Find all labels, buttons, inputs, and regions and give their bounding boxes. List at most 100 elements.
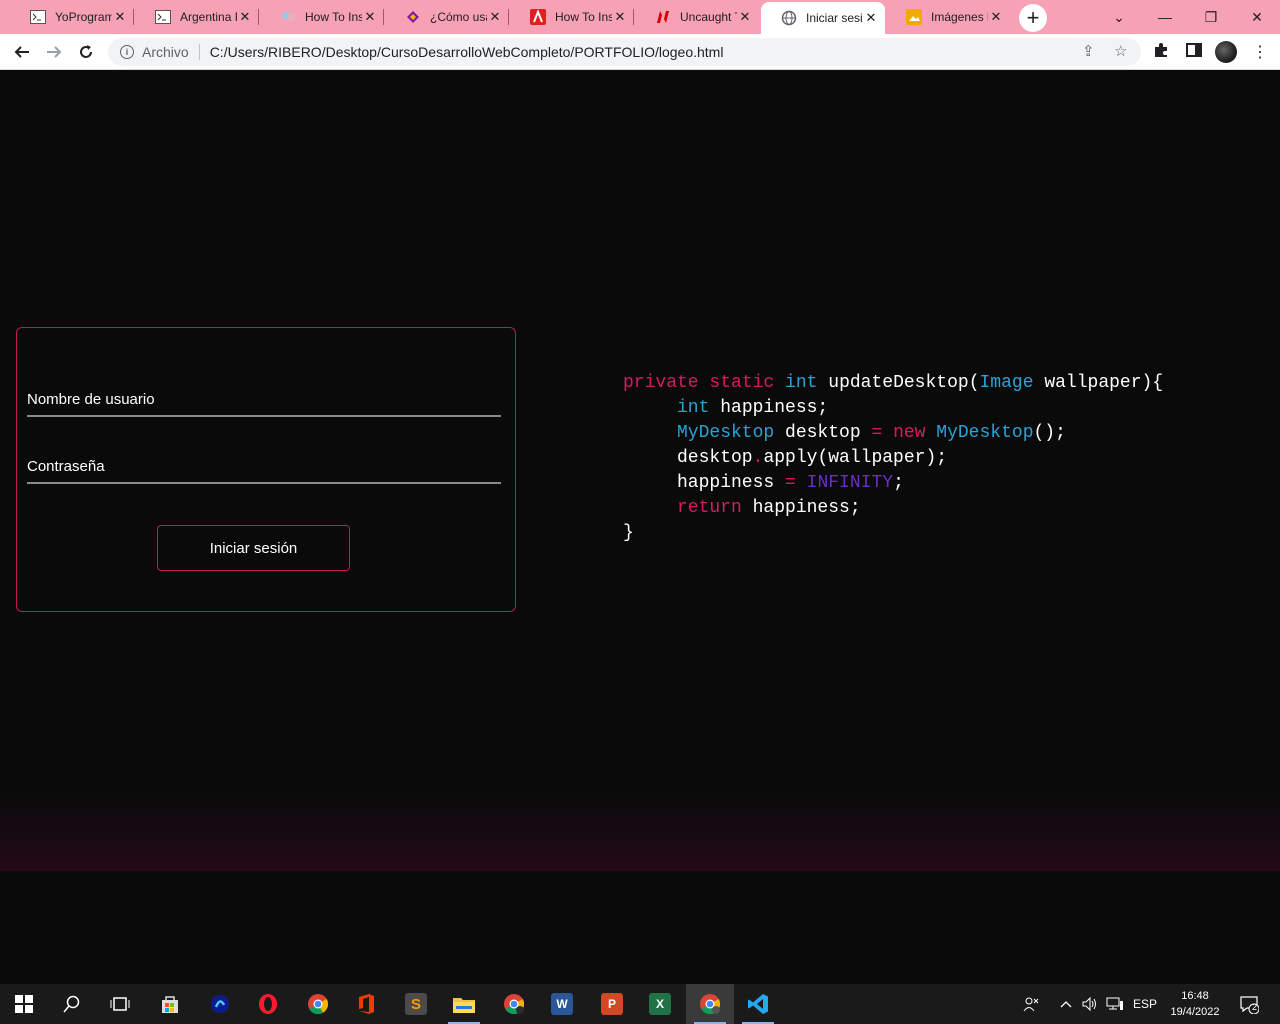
login-button[interactable]: Iniciar sesión [157, 525, 350, 571]
close-icon[interactable]: ✕ [237, 9, 253, 25]
people-icon[interactable] [1018, 984, 1044, 1024]
tab-uncaught-typeerror[interactable]: Uncaught TypeError ✕ [635, 0, 759, 34]
volume-icon[interactable] [1080, 984, 1100, 1024]
close-icon[interactable]: ✕ [612, 9, 628, 25]
edge-legacy-icon[interactable] [196, 984, 244, 1024]
tab-how-to-install-1[interactable]: How To Install ✕ [260, 0, 384, 34]
close-icon[interactable]: ✕ [487, 9, 503, 25]
menu-kebab-icon[interactable]: ⋮ [1252, 42, 1268, 62]
word-icon[interactable]: W [538, 984, 586, 1024]
clock[interactable]: 16:48 19/4/2022 [1160, 988, 1230, 1020]
minimize-icon[interactable]: — [1142, 0, 1188, 34]
code-line: int happiness; [623, 396, 1163, 421]
windows-taskbar: S W P X ESP 16:48 19/4/2022 2 [0, 984, 1280, 1024]
code-token: (); [1033, 423, 1066, 443]
url-text[interactable]: C:/Users/RIBERO/Desktop/CursoDesarrolloW… [210, 44, 724, 60]
close-icon[interactable]: ✕ [988, 9, 1004, 25]
code-token: . [752, 448, 764, 468]
address-divider [198, 44, 200, 60]
bottom-glow [0, 791, 1280, 871]
code-token: ; [893, 473, 904, 493]
tab-title: How To Install [305, 10, 362, 24]
browser-toolbar: i Archivo C:/Users/RIBERO/Desktop/CursoD… [0, 34, 1280, 70]
tab-como-usar[interactable]: ¿Cómo usar ✕ [385, 0, 509, 34]
tab-title: Argentina Programa [180, 10, 237, 24]
file-chip: Archivo [142, 44, 189, 60]
tab-title: Iniciar sesión [806, 11, 863, 25]
chrome-icon[interactable] [294, 984, 342, 1024]
share-icon[interactable]: ⇪ [1082, 42, 1095, 60]
username-underline [27, 415, 501, 417]
chrome-canary-icon[interactable] [490, 984, 538, 1024]
tab-title: Imágenes libres [931, 10, 988, 24]
close-icon[interactable]: ✕ [112, 9, 128, 25]
diamond-icon [405, 9, 421, 25]
tab-argentina-programa[interactable]: Argentina Programa ✕ [135, 0, 259, 34]
vscode-icon[interactable] [734, 984, 782, 1024]
password-field[interactable]: Contraseña [27, 458, 105, 475]
code-token: wallpaper){ [1044, 373, 1164, 393]
tab-title: How To Install [555, 10, 612, 24]
office-icon[interactable] [342, 984, 390, 1024]
bookmark-star-icon[interactable]: ☆ [1114, 42, 1127, 60]
opera-icon[interactable] [244, 984, 292, 1024]
code-token: happiness; [752, 498, 861, 518]
tab-imagenes-libres[interactable]: Imágenes libres ✕ [886, 0, 1010, 34]
task-view-icon[interactable] [96, 984, 144, 1024]
chrome-active-icon[interactable] [686, 984, 734, 1024]
clock-date: 19/4/2022 [1170, 1006, 1220, 1018]
login-form: Nombre de usuario Contraseña Iniciar ses… [16, 327, 516, 612]
tab-yoprogramo[interactable]: YoProgramo ✕ [10, 0, 134, 34]
code-token: MyDesktop [936, 423, 1034, 443]
language-indicator[interactable]: ESP [1130, 984, 1160, 1024]
tab-title: YoProgramo [55, 10, 112, 24]
reload-icon[interactable] [72, 38, 100, 66]
globe-icon [781, 10, 797, 26]
close-icon[interactable]: ✕ [362, 9, 378, 25]
excel-icon[interactable]: X [636, 984, 684, 1024]
code-token: updateDesktop( [828, 373, 980, 393]
username-field[interactable]: Nombre de usuario [27, 391, 155, 408]
code-token: private [623, 373, 710, 393]
address-bar[interactable]: i Archivo C:/Users/RIBERO/Desktop/CursoD… [108, 38, 1141, 66]
code-line: private static int updateDesktop(Image w… [623, 371, 1163, 396]
info-icon[interactable]: i [120, 45, 134, 59]
chevron-up-icon[interactable] [1056, 984, 1076, 1024]
back-arrow-icon[interactable] [8, 38, 36, 66]
tab-iniciar-sesion[interactable]: Iniciar sesión ✕ [761, 2, 885, 34]
search-icon[interactable] [48, 984, 96, 1024]
tab-title: ¿Cómo usar [430, 10, 487, 24]
tab-title: Uncaught TypeError [680, 10, 737, 24]
notification-count: 2 [1252, 1002, 1258, 1012]
code-token: desktop [785, 423, 872, 443]
code-token: int [677, 398, 721, 418]
code-token: new [893, 423, 937, 443]
clock-time: 16:48 [1181, 990, 1209, 1002]
side-panel-icon[interactable] [1186, 42, 1202, 63]
forward-arrow-icon[interactable] [40, 38, 68, 66]
code-token: } [623, 523, 634, 543]
sublime-icon[interactable]: S [392, 984, 440, 1024]
tab-how-to-install-2[interactable]: How To Install ✕ [510, 0, 634, 34]
code-token: = [871, 423, 894, 443]
network-icon[interactable] [1104, 984, 1126, 1024]
code-token: static [709, 373, 786, 393]
code-line: MyDesktop desktop = new MyDesktop(); [623, 421, 1163, 446]
extensions-puzzle-icon[interactable] [1153, 42, 1169, 63]
terminal-icon [155, 9, 171, 25]
tab-search-chevron-icon[interactable]: ⌄ [1096, 0, 1142, 34]
windows-start-icon[interactable] [0, 984, 48, 1024]
store-icon[interactable] [146, 984, 194, 1024]
file-explorer-icon[interactable] [440, 984, 488, 1024]
close-icon[interactable]: ✕ [863, 10, 879, 26]
code-token: happiness [677, 473, 786, 493]
code-token: Image [979, 373, 1045, 393]
close-icon[interactable]: ✕ [737, 9, 753, 25]
new-tab-button[interactable]: + [1019, 4, 1047, 32]
notifications-icon[interactable]: 2 [1234, 984, 1264, 1024]
window-close-icon[interactable]: ✕ [1234, 0, 1280, 34]
profile-avatar[interactable] [1215, 41, 1237, 63]
powerpoint-icon[interactable]: P [588, 984, 636, 1024]
restore-icon[interactable]: ❐ [1188, 0, 1234, 34]
page-viewport: Nombre de usuario Contraseña Iniciar ses… [0, 71, 1280, 871]
